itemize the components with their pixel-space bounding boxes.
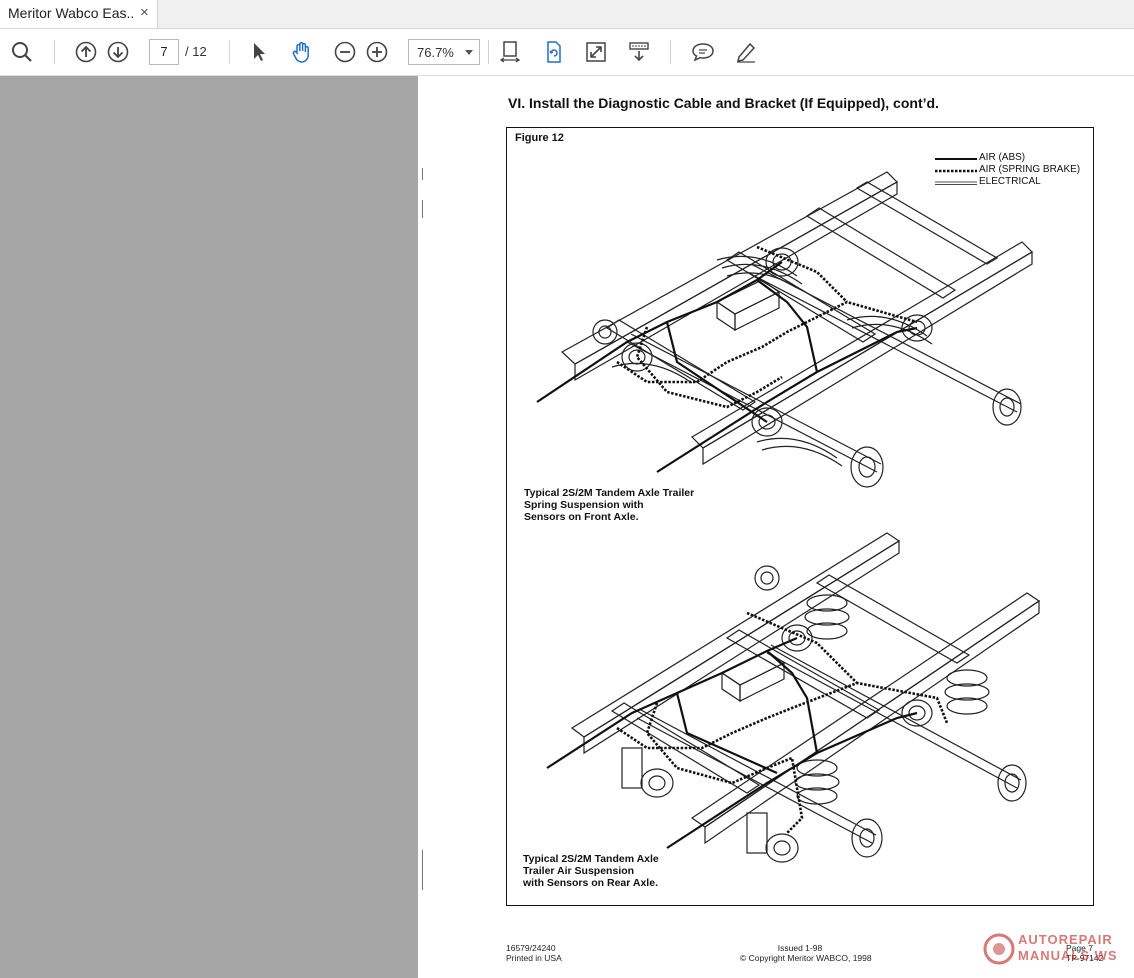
arrow-down-circle-icon	[107, 41, 129, 63]
zoom-out-button[interactable]	[331, 38, 359, 66]
zoom-in-button[interactable]	[363, 38, 391, 66]
section-heading: VI. Install the Diagnostic Cable and Bra…	[508, 95, 939, 111]
arrow-up-circle-icon	[75, 41, 97, 63]
toolbar-separator	[488, 40, 489, 64]
zoom-out-icon	[334, 41, 356, 63]
spring-suspension-illustration	[536, 171, 1033, 488]
watermark-text: MANUALS.WS	[1018, 948, 1118, 963]
footer-doc-number: 16579/24240	[506, 943, 556, 953]
tab-bar: Meritor Wabco Eas... ×	[0, 0, 1134, 29]
hand-tool-button[interactable]	[288, 38, 316, 66]
close-tab-icon[interactable]: ×	[140, 4, 149, 21]
air-suspension-illustration	[546, 532, 1041, 863]
select-tool-button[interactable]	[245, 38, 273, 66]
page-total: / 12	[185, 44, 207, 59]
footer-copyright: © Copyright Meritor WABCO, 1998	[740, 953, 872, 963]
site-watermark: AUTOREPAIR MANUALS.WS	[982, 930, 1132, 970]
comment-icon	[692, 43, 714, 62]
caption-line: Trailer Air Suspension	[523, 865, 635, 877]
scan-mark	[422, 168, 429, 180]
chevron-down-icon	[465, 50, 473, 55]
select-arrow-icon	[254, 43, 265, 61]
rotate-view-button[interactable]	[539, 38, 567, 66]
scroll-mode-icon	[629, 42, 649, 62]
sign-icon	[736, 42, 756, 63]
page-fit-icon	[499, 41, 521, 63]
caption-line: Typical 2S/2M Tandem Axle	[523, 853, 659, 865]
footer-printed: Printed in USA	[506, 953, 562, 963]
toolbar-separator	[54, 40, 55, 64]
caption-line: Spring Suspension with	[524, 499, 644, 511]
toolbar: 7 / 12 76.7%	[0, 29, 1134, 76]
navigation-pane	[0, 76, 418, 978]
page-fit-button[interactable]	[496, 38, 524, 66]
sign-button[interactable]	[732, 38, 760, 66]
figure-box: Figure 12 AIR (ABS) AIR (SPRING BRAKE) E…	[506, 127, 1094, 906]
hand-tool-icon	[292, 41, 309, 63]
scan-mark	[422, 850, 429, 890]
caption-line: with Sensors on Rear Axle.	[523, 877, 658, 889]
caption-air-suspension: Typical 2S/2M Tandem Axle Trailer Air Su…	[523, 853, 659, 889]
previous-page-button[interactable]	[72, 38, 100, 66]
search-icon[interactable]	[8, 38, 36, 66]
zoom-value: 76.7%	[417, 45, 454, 60]
next-page-button[interactable]	[104, 38, 132, 66]
footer-left: 16579/24240 Printed in USA	[506, 943, 562, 963]
scroll-mode-button[interactable]	[625, 38, 653, 66]
footer-center: Issued 1-98 © Copyright Meritor WABCO, 1…	[740, 943, 872, 963]
toolbar-separator	[229, 40, 230, 64]
tab-title: Meritor Wabco Eas...	[8, 5, 133, 21]
fullscreen-button[interactable]	[582, 38, 610, 66]
scan-mark	[422, 200, 429, 218]
page-number-input[interactable]: 7	[149, 39, 179, 65]
comment-button[interactable]	[689, 38, 717, 66]
footer-issued: Issued 1-98	[777, 943, 823, 953]
caption-line: Typical 2S/2M Tandem Axle Trailer	[524, 487, 695, 499]
watermark-text: AUTOREPAIR	[1018, 932, 1113, 947]
gear-logo-icon	[983, 933, 1015, 965]
zoom-dropdown[interactable]: 76.7%	[408, 39, 480, 65]
rotate-icon	[547, 41, 561, 63]
figure-label: Figure 12	[515, 132, 564, 144]
fullscreen-icon	[586, 42, 606, 62]
toolbar-separator	[670, 40, 671, 64]
document-tab[interactable]: Meritor Wabco Eas... ×	[0, 0, 158, 28]
zoom-in-icon	[366, 41, 388, 63]
